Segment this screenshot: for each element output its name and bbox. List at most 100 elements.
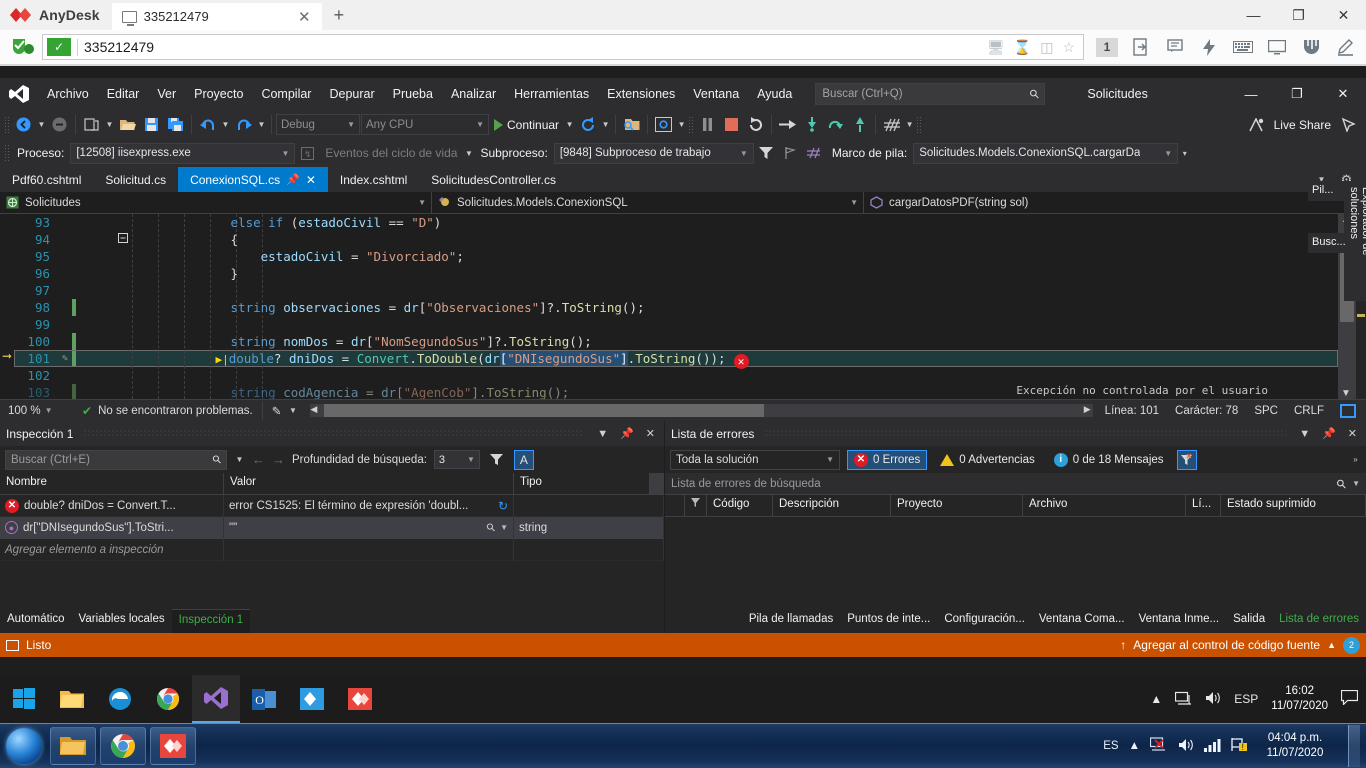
session-count-badge[interactable]: 1 [1092,34,1122,60]
close-icon[interactable]: ✕ [643,427,658,440]
editor-horizontal-scrollbar[interactable]: ◀ ▶ [310,404,1093,417]
screenshot-icon[interactable] [652,113,675,137]
table-row[interactable]: ✕ double? dniDos = Convert.T... error CS… [0,495,664,517]
monitor-icon[interactable] [1262,34,1292,60]
new-project-dropdown-icon[interactable]: ▼ [104,120,115,129]
continue-button[interactable]: Continuar [490,113,563,137]
drag-handle[interactable] [83,429,585,438]
toolbar-grip[interactable] [916,115,924,134]
chevron-down-icon[interactable]: ▼ [1296,428,1313,440]
visualizer-icon[interactable]: ⚲ [484,520,498,535]
tab-pdf60-cshtml[interactable]: Pdf60.cshtml [0,167,93,192]
screen-off-icon[interactable]: 🖥 [987,39,1005,56]
tab-solicitudescontroller-cs[interactable]: SolicitudesController.cs [419,167,568,192]
breakpoint-pen-icon[interactable]: ✎ [58,350,72,367]
toolbar-grip[interactable] [4,144,11,162]
scroll-left-icon[interactable]: ◀ [310,404,317,415]
action-center-flag-icon[interactable]: ! [1231,737,1248,755]
column-nombre[interactable]: Nombre [0,473,224,494]
column-codigo[interactable]: Código [707,495,773,516]
stack-frame-combo[interactable]: Solicitudes.Models.ConexionSQL.cargarDа … [913,142,1179,164]
split-view-icon[interactable] [1340,403,1356,418]
save-icon[interactable] [140,113,163,137]
minimize-button[interactable]: — [1231,0,1276,30]
anydesk-session-tab[interactable]: 335212479 ✕ [111,3,322,30]
feedback-pen-icon[interactable]: ✎ [272,404,282,418]
chevron-up-icon[interactable]: ▲ [1327,640,1336,650]
outlook-icon[interactable]: O [240,675,288,723]
indicator-margin[interactable]: ➞ [0,214,14,399]
messages-filter-button[interactable]: i 0 de 18 Mensajes [1048,451,1170,469]
keyboard-icon[interactable] [1228,34,1258,60]
anydesk-launch-icon[interactable] [288,675,336,723]
tab-configuracion[interactable]: Configuración... [937,609,1032,633]
clock[interactable]: 16:02 11/07/2020 [1271,684,1328,714]
solution-platform-combo[interactable]: Any CPU ▼ [361,114,489,135]
eventos-dropdown-icon[interactable]: ▼ [463,149,474,158]
start-orb-icon[interactable] [2,726,46,766]
clipboard-icon[interactable]: ◫ [1040,39,1053,56]
project-combo[interactable]: Solicitudes ▼ [0,192,432,213]
menu-ayuda[interactable]: Ayuda [748,82,801,106]
language-indicator[interactable]: ES [1103,740,1118,752]
menu-extensiones[interactable]: Extensiones [598,82,684,106]
volume-icon[interactable] [1178,738,1194,755]
search-depth-input[interactable]: 3 ▼ [433,450,480,469]
new-tab-button[interactable]: + [322,3,357,30]
file-explorer-icon[interactable] [48,675,96,723]
scope-combo[interactable]: Toda la solución ▼ [670,449,840,470]
scrollbar-thumb[interactable] [324,404,765,417]
new-project-icon[interactable] [80,113,103,137]
pause-icon[interactable] [696,113,719,137]
close-icon[interactable]: ✕ [306,173,316,187]
close-icon[interactable]: ✕ [295,8,314,26]
tab-salida[interactable]: Salida [1226,609,1272,633]
edge-icon[interactable] [96,675,144,723]
anydesk-icon[interactable] [336,675,384,723]
tab-lista-de-errores[interactable]: Lista de errores [1272,609,1366,633]
chrome-taskbar-button[interactable] [100,727,146,765]
chevron-down-icon[interactable]: ▼ [594,428,611,440]
chevron-down-icon[interactable]: ▼ [500,523,508,532]
restore-button[interactable]: ❐ [1274,78,1320,110]
redo-icon[interactable] [232,113,255,137]
chrome-icon[interactable] [144,675,192,723]
restart-icon[interactable] [576,113,599,137]
subproceso-combo[interactable]: [9848] Subproceso de trabajo ▼ [553,142,754,164]
menu-proyecto[interactable]: Proyecto [185,82,252,106]
filter-icon[interactable] [755,141,778,165]
close-button[interactable]: ✕ [1320,78,1366,110]
tab-variables-locales[interactable]: Variables locales [72,609,172,633]
tab-puntos-de-interrupcion[interactable]: Puntos de inte... [840,609,937,633]
zoom-level-combo[interactable]: 100 % ▼ [4,405,76,417]
member-combo[interactable]: cargarDatosPDF(string sol) ▼ [864,192,1366,213]
code-editor[interactable]: ➞ 93 else if (estadoCivil == "D") 94 {9… [0,214,1366,399]
drag-handle[interactable] [764,429,1287,438]
il-code-icon[interactable] [880,113,903,137]
toolbar-overflow-icon[interactable]: ▾ [1179,149,1190,158]
language-indicator[interactable]: ESP [1234,692,1258,706]
menu-depurar[interactable]: Depurar [320,82,383,106]
menu-herramientas[interactable]: Herramientas [505,82,598,106]
column-descripcion[interactable]: Descripción [773,495,891,516]
toolbar-grip[interactable] [4,115,11,134]
tab-automatico[interactable]: Automático [0,609,72,633]
minimize-button[interactable]: — [1228,78,1274,110]
column-archivo[interactable]: Archivo [1023,495,1186,516]
chat-icon[interactable] [1160,34,1190,60]
navigate-forward-icon[interactable] [48,113,71,137]
warnings-filter-button[interactable]: 0 Advertencias [934,452,1040,468]
star-icon[interactable]: ☆ [1062,39,1075,56]
scroll-right-icon[interactable]: ▶ [1084,404,1091,415]
tab-pila-de-llamadas[interactable]: Pila de llamadas [742,609,840,633]
close-icon[interactable]: ✕ [1345,427,1360,440]
save-all-icon[interactable] [164,113,187,137]
tool-tab-buscar[interactable]: Busc... [1308,233,1346,253]
step-out-icon[interactable] [848,113,871,137]
live-share-label[interactable]: Live Share [1269,118,1336,132]
show-hidden-icons-icon[interactable]: ▲ [1129,740,1140,752]
visual-studio-icon[interactable] [192,675,240,723]
column-linea[interactable]: Lí... [1186,495,1221,516]
show-next-statement-icon[interactable] [776,113,799,137]
menu-ventana[interactable]: Ventana [684,82,748,106]
